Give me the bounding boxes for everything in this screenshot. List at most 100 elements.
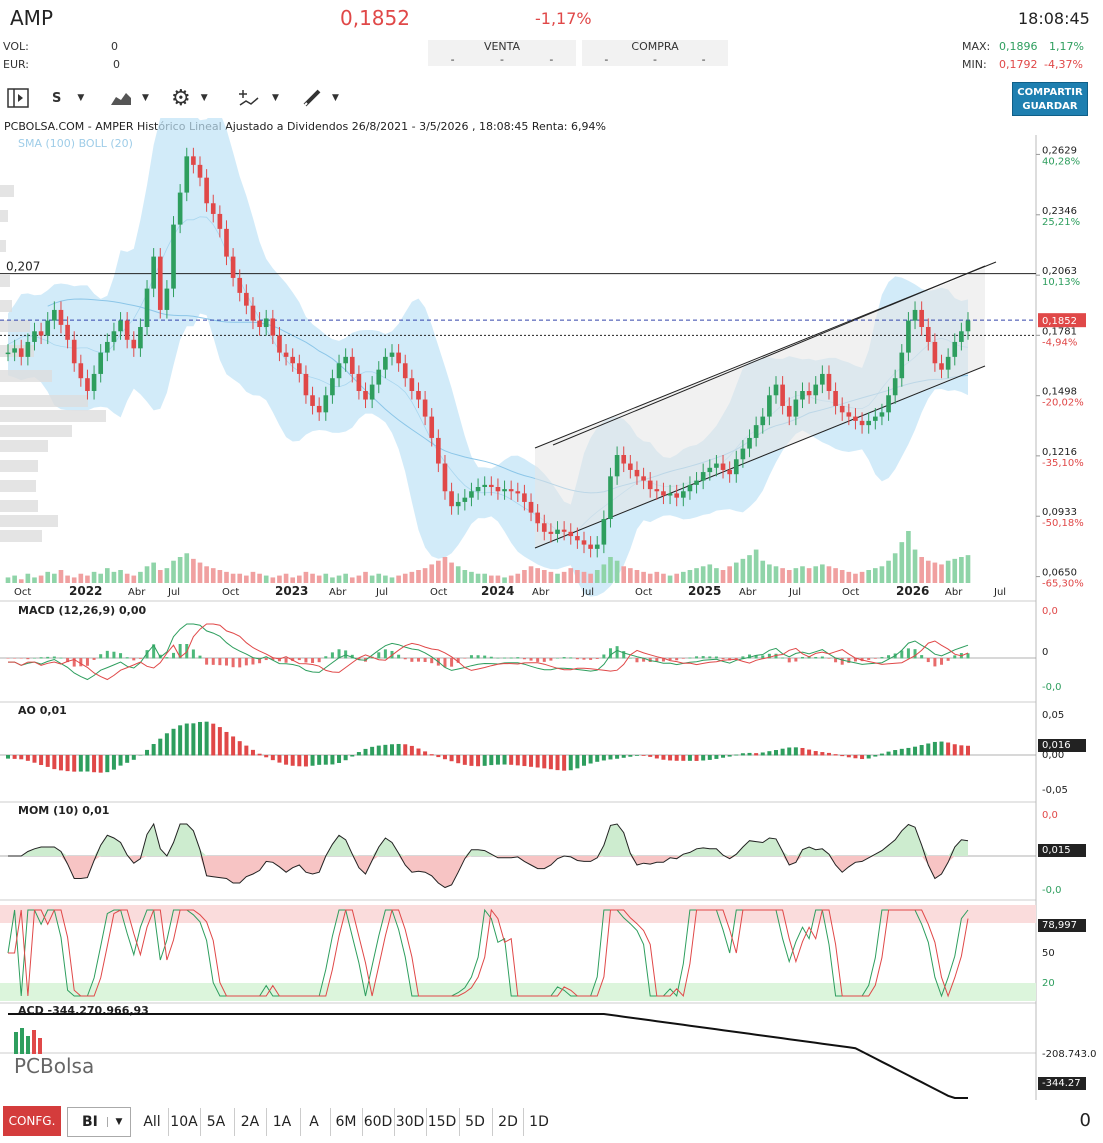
range-button-a[interactable]: A (300, 1108, 327, 1136)
ao-bar (754, 753, 759, 756)
macd-histogram-bar (238, 658, 242, 668)
volume-bar (224, 571, 229, 583)
ao-bar (52, 755, 57, 770)
volume-bar (859, 571, 865, 583)
ao-bar (714, 755, 719, 759)
ao-bar (303, 755, 308, 767)
range-button-5d[interactable]: 5D (459, 1108, 490, 1136)
chart-type-select[interactable]: ▼ (110, 86, 149, 110)
volume-bar (197, 562, 203, 583)
ao-bar (151, 744, 156, 756)
candle-body (363, 391, 368, 400)
range-button-15d[interactable]: 15D (426, 1108, 457, 1136)
ao-bar (495, 755, 500, 765)
ao-bar (250, 749, 255, 756)
range-button-2d[interactable]: 2D (492, 1108, 523, 1136)
candle-body (747, 437, 752, 449)
ao-bar (45, 755, 50, 767)
venta-values: - - - (428, 53, 576, 66)
candle-body (502, 489, 507, 492)
ao-bar (363, 748, 368, 756)
macd-histogram-bar (19, 658, 23, 659)
settings-select[interactable]: ⚙ ▼ (171, 85, 208, 111)
candle-body (614, 455, 620, 477)
x-tick-label: Abr (532, 587, 550, 598)
chart-area[interactable]: 0,207 0,262940,28% 0,234625,21% 0,206310,13… (0, 118, 1103, 1103)
macd-histogram-bar (297, 658, 301, 661)
ao-bar (489, 755, 494, 766)
toggle-panel-button[interactable] (6, 86, 30, 110)
volume-bar (780, 568, 785, 583)
macd-histogram-bar (549, 658, 553, 661)
range-button-60d[interactable]: 60D (362, 1108, 393, 1136)
ao-bar (456, 755, 461, 764)
ao-bar (111, 755, 116, 770)
ao-bar (145, 749, 150, 756)
macd-histogram-bar (105, 650, 109, 659)
y-tick-pct: 40,28% (1042, 156, 1080, 167)
ao-bar (966, 745, 970, 756)
candle-body (780, 384, 785, 406)
volume-bar (793, 568, 799, 583)
candle-body (641, 476, 646, 481)
ao-bar (416, 748, 421, 756)
volume-bar (270, 577, 276, 583)
volume-bar (343, 573, 348, 583)
candle-body (45, 320, 51, 336)
macd-histogram-bar (933, 658, 937, 667)
macd-histogram-bar (191, 649, 195, 659)
ao-bar (767, 751, 772, 756)
volume-bar (548, 571, 554, 583)
range-button-2a[interactable]: 2A (234, 1108, 265, 1136)
ao-bar (707, 755, 712, 760)
range-button-10a[interactable]: 10A (168, 1108, 199, 1136)
macd-histogram-bar (589, 658, 593, 660)
candle-body (429, 416, 435, 438)
candle-body (383, 356, 388, 370)
volume-profile-bar (0, 240, 6, 252)
volume-bar (369, 575, 375, 583)
ao-bar (198, 721, 202, 756)
range-button-all[interactable]: All (139, 1108, 165, 1136)
last-price: 0,1852 (340, 6, 410, 30)
range-button-6m[interactable]: 6M (330, 1108, 361, 1136)
volume-bar (191, 558, 196, 583)
gear-icon: ⚙ (171, 85, 191, 111)
ao-bar (237, 741, 242, 756)
indicators-select[interactable]: ▼ (238, 86, 279, 110)
macd-histogram-bar (913, 649, 917, 659)
period-select[interactable]: S ▼ (52, 86, 84, 110)
range-button-5a[interactable]: 5A (200, 1108, 231, 1136)
ao-bar (542, 755, 547, 769)
bi-select[interactable]: BI ▼ (67, 1107, 131, 1137)
candle-body (283, 352, 289, 357)
macd-histogram-bar (6, 658, 10, 659)
venta-dash: - (549, 53, 554, 66)
volume-bar (32, 577, 37, 583)
candle-body (257, 320, 262, 327)
volume-bar (628, 568, 633, 583)
volume-bar (753, 549, 759, 583)
ao-bar (409, 745, 414, 756)
ao-bar (78, 755, 83, 772)
volume-bar (906, 531, 911, 583)
volume-bar (892, 553, 898, 583)
ao-bar (747, 752, 752, 756)
y-tick-pct: 10,13% (1042, 277, 1080, 288)
macd-histogram-bar (701, 656, 705, 659)
ao-bar (628, 755, 633, 757)
ao-bar (668, 755, 673, 761)
drawing-tools-select[interactable]: ▼ (302, 86, 339, 110)
candle-body (515, 491, 521, 494)
indicator-name: AO 0,01 (18, 704, 67, 717)
volume-profile-bar (0, 300, 12, 312)
volume-bar (58, 570, 64, 583)
pcbolsa-logo: PCBolsa (14, 1028, 94, 1078)
config-button[interactable]: CONFG. (3, 1106, 61, 1136)
range-button-1d[interactable]: 1D (523, 1108, 554, 1136)
share-save-button[interactable]: COMPARTIR GUARDAR (1012, 82, 1088, 116)
range-button-30d[interactable]: 30D (394, 1108, 425, 1136)
range-button-1a[interactable]: 1A (266, 1108, 297, 1136)
candle-body (144, 288, 150, 327)
ticker-symbol: AMP (10, 6, 53, 30)
